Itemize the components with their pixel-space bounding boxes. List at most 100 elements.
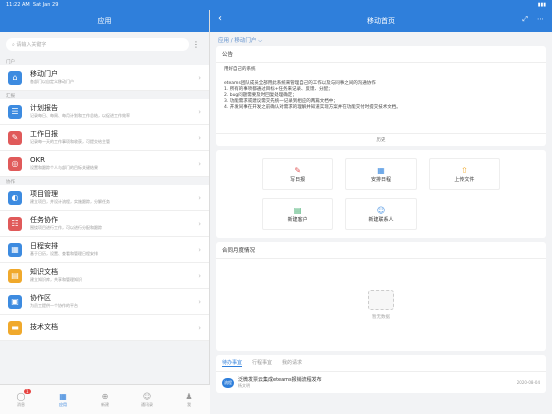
notice-heading: 用好自己的系统 — [224, 67, 256, 72]
tab-messages[interactable]: ◯ 消息 1 — [0, 385, 42, 414]
chevron-right-icon: › — [198, 245, 201, 254]
quick-action-3[interactable]: ▤ 新建客户 — [262, 198, 334, 230]
chevron-right-icon: › — [198, 159, 201, 168]
quick-action-1[interactable]: ▦ 安排日程 — [345, 158, 417, 190]
app-icon: ✎ — [8, 130, 22, 145]
unread-badge: 1 — [24, 389, 31, 394]
contacts-icon: ☺ — [142, 391, 152, 401]
section-label-portal: 门户 — [6, 60, 15, 65]
tab-contacts[interactable]: ☺ 通讯录 — [126, 385, 168, 414]
app-subtitle: 建立知识库，共享和管理知识 — [30, 277, 82, 282]
quick-action-0[interactable]: ✎ 写日报 — [262, 158, 334, 190]
app-item[interactable]: ✎ 工作日报 记录每一天的工作事项和收获，可提交给主管 › — [0, 125, 209, 151]
search-input[interactable]: ⌕ 请输入关键字 — [6, 38, 189, 51]
section-label-report: 汇报 — [6, 94, 15, 99]
person-icon: ♟ — [185, 391, 193, 401]
app-item[interactable]: ⌂ 移动门户 各部门以自定义移动门户 › — [0, 65, 209, 91]
section-label-collab: 协作 — [6, 180, 15, 185]
empty-state: 暂无数据 — [216, 259, 546, 351]
app-icon: ⌂ — [8, 70, 22, 85]
breadcrumb[interactable]: 应用 / 移动门户 ⌵ — [210, 32, 552, 46]
quick-action-4[interactable]: ☺ 新建联系人 — [345, 198, 417, 230]
todo-date: 2020-08-04 — [516, 380, 540, 385]
status-bar: 11:22 AM Sat Jan 29 ▮▮▮ — [0, 0, 552, 10]
chevron-right-icon: › — [198, 323, 201, 332]
tab-label: 我 — [187, 401, 191, 407]
tab-my-requests[interactable]: 我的请求 — [282, 359, 302, 367]
quick-actions-card: ✎ 写日报 ▦ 安排日程 ⇧ 上传文件 ▤ 新建客户 ☺ 新建联系人 — [216, 150, 546, 238]
tab-label: 通讯录 — [141, 401, 153, 407]
app-title: OKR — [30, 156, 45, 164]
tab-todo[interactable]: 待办事宜 — [222, 359, 243, 367]
app-title: 项目管理 — [30, 190, 58, 198]
app-item[interactable]: ▦ 日程安排 基于日历，设置、查看和管理日程安排 › — [0, 237, 209, 263]
app-icon: ▦ — [8, 242, 22, 257]
todo-item[interactable]: 流程 泛微发票云集成eteams报销流程发布 杨文明 2020-08-04 — [216, 372, 546, 393]
app-icon: ◎ — [8, 156, 22, 171]
todo-tag: 流程 — [222, 377, 234, 388]
todo-tabs: 待办事宜 行程事宜 我的请求 — [216, 355, 546, 372]
chevron-right-icon: › — [198, 107, 201, 116]
quick-action-label: 新建客户 — [287, 217, 308, 223]
app-subtitle: 为员工提供一个协作的平台 — [30, 303, 78, 308]
tab-trip[interactable]: 行程事宜 — [252, 359, 272, 367]
notice-card: 公告 用好自己的系统 eteams团队成员全部用此系统来管理自己的工作以及与同事… — [216, 46, 546, 146]
app-title: 日程安排 — [30, 242, 58, 250]
app-title: 知识文档 — [30, 268, 58, 276]
expand-icon[interactable]: ⤢ — [522, 15, 528, 24]
app-item[interactable]: ▣ 协作区 为员工提供一个协作的平台 › — [0, 289, 209, 315]
more-icon[interactable]: ⋮ — [189, 40, 203, 49]
notice-line: 4. 开发同事在开发之前确认对需求的理解并知道实现方案并在功能交付时提交技术文档… — [224, 105, 401, 110]
back-icon[interactable]: ‹ — [218, 13, 222, 24]
chevron-right-icon: › — [198, 73, 201, 82]
app-subtitle: 记录每一天的工作事项和收获，可提交给主管 — [30, 139, 110, 144]
quick-action-icon: ☺ — [376, 206, 386, 215]
app-title: 任务协作 — [30, 216, 58, 224]
plus-circle-icon: ⊕ — [101, 391, 109, 401]
quick-action-2[interactable]: ⇧ 上传文件 — [428, 158, 500, 190]
app-subtitle: 围绕项目进行工作，可以进行分配和跟踪 — [30, 225, 102, 230]
quick-action-label: 上传文件 — [454, 177, 475, 183]
battery-icon: ▮▮▮ — [537, 2, 546, 8]
chevron-right-icon: › — [198, 297, 201, 306]
quick-action-icon: ⇧ — [460, 166, 468, 175]
app-icon: ▤ — [8, 268, 22, 283]
tab-me[interactable]: ♟ 我 — [168, 385, 210, 414]
app-icon: ☷ — [8, 216, 22, 231]
app-title: 移动门户 — [30, 70, 58, 78]
app-title: 协作区 — [30, 294, 51, 302]
notice-body: 用好自己的系统 eteams团队成员全部用此系统来管理自己的工作以及与同事之间的… — [216, 63, 546, 133]
app-title: 计划报告 — [30, 104, 58, 112]
contract-header: 合同月度情况 — [216, 242, 546, 259]
status-time: 11:22 AM Sat Jan 29 — [6, 2, 59, 8]
quick-action-label: 写日报 — [290, 177, 306, 183]
quick-action-icon: ▦ — [377, 166, 385, 175]
grid-icon: ▦ — [59, 391, 67, 401]
chevron-right-icon: › — [198, 219, 201, 228]
app-item[interactable]: ☷ 任务协作 围绕项目进行工作，可以进行分配和跟踪 › — [0, 211, 209, 237]
tab-label: 新建 — [101, 401, 109, 407]
app-item[interactable]: ☰ 计划报告 记录每日、每周、每月计划和工作总结，以促进工作效率 › — [0, 99, 209, 125]
app-title: 技术文档 — [30, 323, 58, 331]
search-bar: ⌕ 请输入关键字 ⋮ — [6, 36, 203, 53]
portal-pane: ‹ 移动首页 ⤢ ⋯ 应用 / 移动门户 ⌵ 公告 用好自己的系统 eteams… — [210, 10, 552, 414]
app-icon: ◐ — [8, 190, 22, 205]
history-link[interactable]: 历史 — [216, 133, 546, 146]
app-item[interactable]: ▤ 知识文档 建立知识库，共享和管理知识 › — [0, 263, 209, 289]
app-item[interactable]: ▬ 技术文档 › — [0, 315, 209, 341]
app-icon: ▬ — [8, 320, 22, 335]
more-options-icon[interactable]: ⋯ — [537, 15, 544, 24]
app-item[interactable]: ◐ 项目管理 建立项目，并设计流程，实施跟踪，分解任务 › — [0, 185, 209, 211]
chevron-right-icon: › — [198, 271, 201, 280]
quick-action-label: 新建联系人 — [368, 217, 394, 223]
app-icon: ☰ — [8, 104, 22, 119]
portal-title: 移动首页 — [367, 17, 395, 25]
contract-card: 合同月度情况 暂无数据 — [216, 242, 546, 351]
quick-action-icon: ▤ — [293, 206, 302, 215]
tab-new[interactable]: ⊕ 新建 — [84, 385, 126, 414]
app-subtitle: 设置和跟踪个人与部门的目标关键结果 — [30, 165, 98, 170]
todo-title: 泛微发票云集成eteams报销流程发布 — [238, 377, 322, 383]
tab-apps[interactable]: ▦ 应用 — [42, 385, 84, 414]
app-subtitle: 建立项目，并设计流程，实施跟踪，分解任务 — [30, 199, 110, 204]
app-item[interactable]: ◎ OKR 设置和跟踪个人与部门的目标关键结果 › — [0, 151, 209, 177]
